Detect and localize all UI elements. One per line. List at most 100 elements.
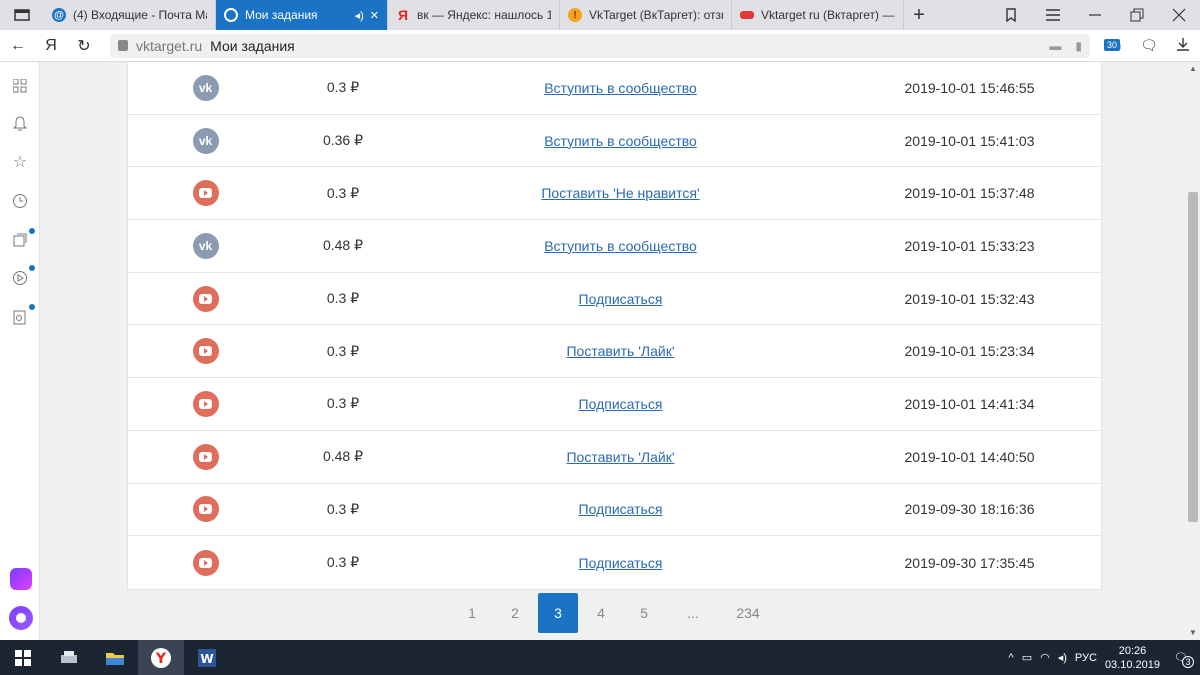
- alice-voice-icon[interactable]: [9, 606, 33, 630]
- task-action-link[interactable]: Поставить 'Не нравится': [541, 185, 699, 201]
- tab-list-button[interactable]: [0, 0, 44, 30]
- menu-button[interactable]: [1032, 0, 1074, 30]
- task-price: 0.3 ₽: [326, 554, 360, 571]
- tab-sound-icon[interactable]: ◂): [355, 9, 364, 22]
- url-field[interactable]: vktarget.ru Мои задания ▬ ▮: [110, 33, 1090, 58]
- reader-mode-icon[interactable]: ▬: [1049, 39, 1061, 53]
- bell-icon[interactable]: [10, 114, 30, 134]
- search-document-icon[interactable]: [10, 307, 30, 327]
- video-play-icon[interactable]: [10, 268, 30, 288]
- page-ellipsis: ...: [687, 605, 699, 621]
- task-service-cell: vk: [128, 232, 283, 259]
- star-icon[interactable]: ☆: [10, 152, 30, 172]
- tab-close-icon[interactable]: ✕: [370, 9, 379, 22]
- feedback-icon: 🗨: [1140, 37, 1158, 53]
- tab-yandex-search[interactable]: Я вк — Яндекс: нашлось 120: [388, 0, 560, 30]
- task-action-cell: Поставить 'Лайк': [403, 449, 838, 465]
- mail-at-icon: @: [52, 8, 66, 22]
- bookmark-manager-button[interactable]: [990, 0, 1032, 30]
- page-link-2[interactable]: 2: [495, 593, 535, 633]
- tab-mail[interactable]: @ (4) Входящие - Почта Mail: [44, 0, 216, 30]
- feedback-button[interactable]: 🗨: [1132, 37, 1166, 54]
- scroll-down-arrow-icon[interactable]: ▼: [1189, 628, 1197, 637]
- close-icon: [1172, 8, 1186, 22]
- clock[interactable]: 20:26 03.10.2019: [1105, 644, 1160, 672]
- scrollbar-thumb[interactable]: [1188, 192, 1198, 522]
- word-icon: W: [198, 648, 216, 667]
- history-clock-icon[interactable]: [10, 191, 30, 211]
- page-link-1[interactable]: 1: [452, 593, 492, 633]
- task-action-link[interactable]: Поставить 'Лайк': [566, 343, 674, 359]
- taskbar-explorer[interactable]: [92, 640, 138, 675]
- tab-vktarget-ru[interactable]: Vktarget ru (Вктаргет) — ка: [732, 0, 904, 30]
- address-bar: ← Я ↻ vktarget.ru Мои задания ▬ ▮ ▭ 30 🗨: [0, 30, 1200, 62]
- task-price: 0.3 ₽: [326, 395, 360, 412]
- task-action-link[interactable]: Вступить в сообщество: [544, 133, 697, 149]
- show-hidden-icons-icon[interactable]: ^: [1009, 652, 1014, 664]
- tab-title: (4) Входящие - Почта Mail: [73, 8, 207, 22]
- task-row: 0.48 ₽ Поставить 'Лайк' 2019-10-01 14:40:5…: [128, 431, 1101, 484]
- notification-dot: [29, 228, 35, 234]
- task-service-cell: [128, 496, 283, 523]
- task-action-link[interactable]: Подписаться: [579, 291, 663, 307]
- minimize-icon: [1089, 14, 1101, 16]
- task-date: 2019-10-01 15:33:23: [904, 237, 1035, 254]
- tab-vktarget-reviews[interactable]: ! VkTarget (ВкТаргет): отзыв: [560, 0, 732, 30]
- task-action-cell: Вступить в сообщество: [403, 80, 838, 96]
- vktarget-icon: [224, 8, 238, 22]
- back-button[interactable]: ←: [0, 37, 36, 55]
- url-domain: vktarget.ru: [136, 37, 203, 54]
- task-action-cell: Поставить 'Не нравится': [403, 185, 838, 201]
- downloads-button[interactable]: [1166, 37, 1200, 54]
- youtube-icon: [192, 549, 219, 576]
- task-price: 0.36 ₽: [322, 132, 364, 149]
- page-link-3[interactable]: 3: [538, 593, 578, 633]
- bookmark-icon[interactable]: ▮: [1075, 39, 1082, 53]
- tab-title: Мои задания: [245, 8, 318, 22]
- page-link-234[interactable]: 234: [722, 593, 774, 633]
- minimize-button[interactable]: [1074, 0, 1116, 30]
- alice-app-icon[interactable]: [10, 568, 32, 590]
- task-action-cell: Вступить в сообщество: [403, 133, 838, 149]
- calendar-button[interactable]: ▭ 30: [1098, 37, 1132, 54]
- start-button[interactable]: [0, 640, 46, 675]
- taskbar-printer-app[interactable]: [46, 640, 92, 675]
- apps-grid-icon[interactable]: [10, 76, 30, 96]
- page-scrollbar[interactable]: ▲ ▼: [1186, 62, 1200, 640]
- notifications-button[interactable]: 🗨 3: [1168, 651, 1194, 668]
- task-service-cell: [128, 285, 283, 312]
- hamburger-icon: [1046, 9, 1060, 21]
- notifications-count: 3: [1182, 656, 1194, 668]
- wifi-icon[interactable]: ◠: [1040, 651, 1050, 664]
- yandex-home-button[interactable]: Я: [36, 37, 66, 55]
- zen-feed-icon[interactable]: [10, 230, 30, 250]
- battery-icon[interactable]: ▭: [1022, 651, 1032, 664]
- task-action-link[interactable]: Подписаться: [579, 555, 663, 571]
- task-action-link[interactable]: Вступить в сообщество: [544, 80, 697, 96]
- youtube-icon: [192, 338, 219, 365]
- task-date: 2019-10-01 15:37:48: [904, 185, 1035, 202]
- notification-dot: [29, 304, 35, 310]
- youtube-icon: [192, 496, 219, 523]
- new-tab-button[interactable]: +: [904, 0, 934, 30]
- svg-text:W: W: [200, 652, 213, 666]
- reload-button[interactable]: ↻: [66, 36, 102, 56]
- volume-icon[interactable]: ◂): [1058, 651, 1067, 664]
- page-link-4[interactable]: 4: [581, 593, 621, 633]
- close-window-button[interactable]: [1158, 0, 1200, 30]
- taskbar-word[interactable]: W: [184, 640, 230, 675]
- task-action-cell: Поставить 'Лайк': [403, 343, 838, 359]
- language-indicator[interactable]: РУС: [1075, 652, 1097, 664]
- page-link-5[interactable]: 5: [624, 593, 664, 633]
- restore-button[interactable]: [1116, 0, 1158, 30]
- task-service-cell: vk: [128, 127, 283, 154]
- task-action-link[interactable]: Подписаться: [579, 501, 663, 517]
- task-action-link[interactable]: Поставить 'Лайк': [566, 449, 674, 465]
- scroll-up-arrow-icon[interactable]: ▲: [1189, 64, 1197, 73]
- tab-my-tasks[interactable]: Мои задания ◂) ✕: [216, 0, 388, 30]
- taskbar-yandex-browser[interactable]: Y: [138, 640, 184, 675]
- yandex-browser-icon: Y: [151, 647, 171, 668]
- task-action-link[interactable]: Вступить в сообщество: [544, 238, 697, 254]
- task-action-link[interactable]: Подписаться: [579, 396, 663, 412]
- task-price: 0.48 ₽: [322, 448, 364, 465]
